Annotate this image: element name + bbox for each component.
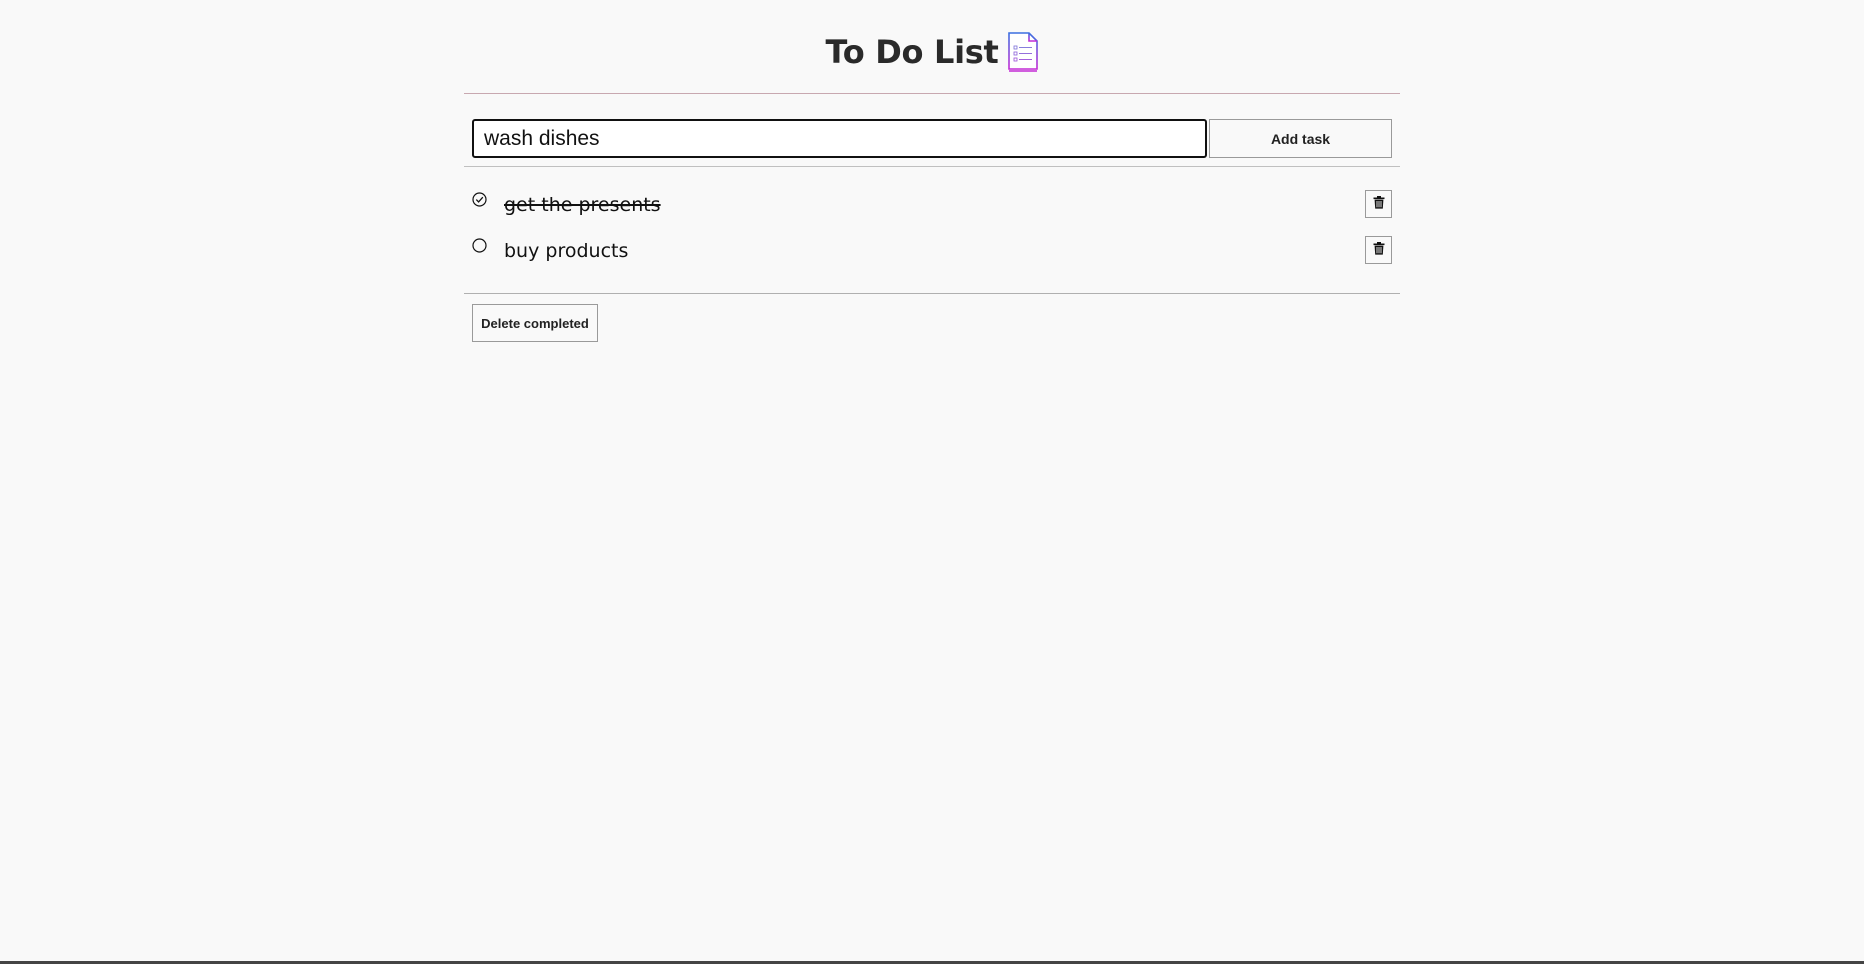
todo-app: To Do List wash dishes Add task get the …: [0, 0, 1864, 964]
task-list: get the presents buy products: [464, 167, 1400, 294]
delete-completed-button[interactable]: Delete completed: [472, 304, 598, 342]
task-input[interactable]: [472, 119, 1207, 158]
list-item: buy products: [472, 236, 1392, 266]
page-header: To Do List: [464, 0, 1400, 94]
trash-icon: [1373, 196, 1385, 212]
list-footer: Delete completed: [464, 294, 1400, 354]
todo-container: To Do List wash dishes Add task get the …: [464, 0, 1400, 354]
delete-task-button[interactable]: [1365, 236, 1392, 264]
add-task-form: Add task: [464, 94, 1400, 167]
delete-task-button[interactable]: [1365, 190, 1392, 218]
checked-circle-icon[interactable]: [472, 192, 487, 207]
task-label: get the presents: [504, 194, 661, 216]
document-list-icon: [1007, 31, 1039, 72]
add-task-button[interactable]: Add task: [1209, 119, 1392, 158]
task-label: buy products: [504, 240, 629, 262]
empty-circle-icon[interactable]: [472, 238, 487, 253]
trash-icon: [1373, 242, 1385, 258]
list-item: get the presents: [472, 190, 1392, 220]
page-title: To Do List: [825, 32, 999, 71]
